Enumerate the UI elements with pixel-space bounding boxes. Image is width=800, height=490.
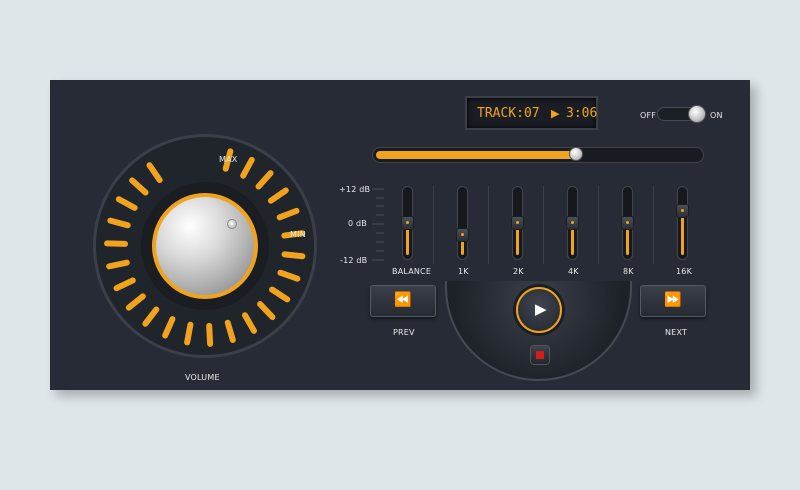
play-icon: ▶: [535, 300, 547, 318]
track-time: 3:06: [566, 106, 598, 121]
eq-scale-marks: [372, 188, 384, 261]
next-label: NEXT: [665, 328, 688, 337]
eq-divider: [433, 186, 434, 264]
eq-divider: [653, 186, 654, 264]
volume-max-label: MAX: [219, 155, 238, 164]
fast-forward-icon: ⏩: [664, 292, 682, 308]
eq-label-balance: BALANCE: [392, 267, 432, 276]
volume-knob[interactable]: [156, 197, 254, 295]
eq-slider-8k-handle[interactable]: [621, 216, 634, 230]
eq-slider-balance-handle[interactable]: [401, 216, 414, 230]
track-progress-fill: [376, 151, 576, 159]
stop-button[interactable]: [530, 345, 550, 365]
play-button[interactable]: ▶: [516, 287, 562, 333]
track-progress-thumb[interactable]: [569, 147, 583, 161]
volume-min-label: MIN: [290, 230, 306, 239]
eq-slider-1k[interactable]: [456, 186, 469, 260]
eq-scale-mid: 0 dB: [348, 219, 367, 228]
eq-label-16k: 16K: [676, 267, 693, 276]
power-off-label: OFF: [640, 111, 657, 120]
eq-label-2k: 2K: [513, 267, 524, 276]
eq-slider-1k-handle[interactable]: [456, 228, 469, 242]
eq-label-8k: 8K: [623, 267, 634, 276]
power-toggle[interactable]: [657, 105, 706, 123]
power-toggle-knob[interactable]: [688, 105, 706, 123]
prev-button[interactable]: ⏪: [370, 285, 436, 317]
track-number: TRACK:07: [477, 106, 540, 121]
track-progress-bar[interactable]: [372, 147, 704, 163]
eq-slider-2k[interactable]: [511, 186, 524, 260]
volume-knob-indicator: [227, 219, 237, 229]
eq-slider-16k[interactable]: [676, 186, 689, 260]
eq-divider: [543, 186, 544, 264]
rewind-icon: ⏪: [394, 292, 412, 308]
eq-slider-4k-handle[interactable]: [566, 216, 579, 230]
eq-slider-4k[interactable]: [566, 186, 579, 260]
next-button[interactable]: ⏩: [640, 285, 706, 317]
track-display: TRACK:07 ▶ 3:06: [465, 96, 598, 130]
eq-slider-16k-handle[interactable]: [676, 204, 689, 218]
eq-scale-top: +12 dB: [339, 185, 371, 194]
eq-scale-bottom: -12 dB: [340, 256, 368, 265]
eq-label-4k: 4K: [568, 267, 579, 276]
eq-divider: [488, 186, 489, 264]
eq-slider-balance[interactable]: [401, 186, 414, 260]
eq-slider-8k[interactable]: [621, 186, 634, 260]
volume-label: VOLUME: [185, 373, 220, 382]
eq-label-1k: 1K: [458, 267, 469, 276]
prev-label: PREV: [393, 328, 415, 337]
power-on-label: ON: [710, 111, 723, 120]
play-status-icon: ▶: [551, 107, 560, 120]
eq-slider-2k-handle[interactable]: [511, 216, 524, 230]
eq-divider: [598, 186, 599, 264]
